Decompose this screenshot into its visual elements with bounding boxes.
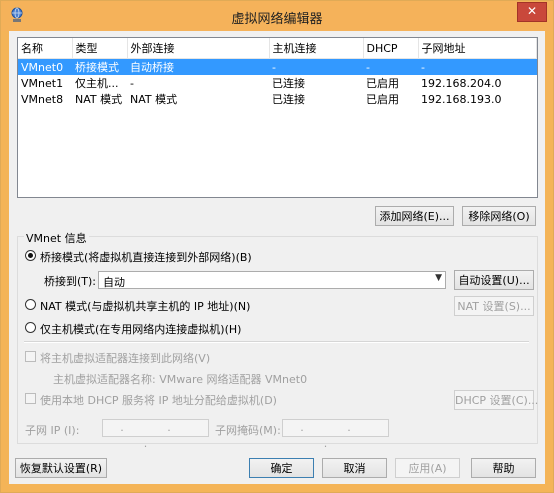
apply-button[interactable]: 应用(A) [395, 458, 460, 478]
dhcp-checkbox[interactable] [25, 393, 36, 404]
cell-external: - [130, 76, 134, 90]
cell-dhcp: 已启用 [366, 93, 399, 106]
cell-name: VMnet1 [21, 76, 64, 90]
restore-defaults-button[interactable]: 恢复默认设置(R) [15, 458, 107, 478]
connect-adapter-label[interactable]: 将主机虚拟适配器连接到此网络(V) [40, 350, 210, 366]
subnet-ip-field[interactable]: . . . [102, 419, 209, 450]
bridged-to-select[interactable]: 自动 ▼ [98, 271, 446, 289]
nat-settings-button[interactable]: NAT 设置(S)... [454, 296, 534, 316]
host-only-label[interactable]: 仅主机模式(在专用网络内连接虚拟机)(H) [40, 321, 241, 337]
close-button[interactable]: ✕ [517, 2, 547, 22]
ok-button[interactable]: 确定 [249, 458, 314, 478]
cell-name: VMnet0 [18, 58, 72, 75]
chevron-down-icon: ▼ [435, 273, 442, 283]
cell-host: 已连接 [272, 77, 305, 90]
cell-subnet: 192.168.204.0 [421, 76, 502, 90]
column-header-subnet[interactable]: 子网地址 [418, 38, 537, 59]
table-row-vmnet8[interactable]: VMnet8 NAT 模式 NAT 模式 已连接 已启用 192.168.193… [18, 91, 537, 107]
column-header-name[interactable]: 名称 [18, 38, 73, 59]
auto-settings-button[interactable]: 自动设置(U)... [454, 270, 534, 290]
table-row-vmnet1[interactable]: VMnet1 仅主机... - 已连接 已启用 192.168.204.0 [18, 75, 537, 91]
cell-name: VMnet8 [21, 92, 64, 106]
nat-mode-radio[interactable] [25, 299, 36, 310]
cell-type: NAT 模式 [75, 93, 123, 106]
cell-subnet: - [418, 58, 537, 75]
cell-dhcp: - [363, 58, 418, 75]
group-title: VMnet 信息 [24, 230, 89, 246]
dialog-client: 名称 类型 外部连接 主机连接 DHCP 子网地址 VMnet0 桥接模式 自动… [9, 31, 545, 484]
add-network-button[interactable]: 添加网络(E)... [375, 206, 454, 226]
divider [24, 341, 529, 343]
cell-host: - [269, 58, 363, 75]
column-header-dhcp[interactable]: DHCP [363, 38, 419, 59]
connect-adapter-checkbox[interactable] [25, 351, 36, 362]
title-bar: 虚拟网络编辑器 ✕ [1, 1, 553, 31]
help-button[interactable]: 帮助 [471, 458, 536, 478]
subnet-ip-label: 子网 IP (I): [25, 424, 80, 437]
bridged-to-value: 自动 [103, 276, 125, 289]
nat-mode-label[interactable]: NAT 模式(与虚拟机共享主机的 IP 地址)(N) [40, 298, 250, 314]
subnet-mask-label: 子网掩码(M): [215, 424, 281, 437]
bridged-to-label: 桥接到(T): [44, 275, 97, 288]
bridged-mode-label[interactable]: 桥接模式(将虚拟机直接连接到外部网络)(B) [40, 249, 252, 265]
cell-type: 桥接模式 [72, 58, 127, 75]
vmnet-info-group: VMnet 信息 桥接模式(将虚拟机直接连接到外部网络)(B) 桥接到(T): … [17, 230, 538, 450]
dhcp-label[interactable]: 使用本地 DHCP 服务将 IP 地址分配给虚拟机(D) [40, 392, 277, 408]
cell-host: 已连接 [272, 93, 305, 106]
network-list[interactable]: 名称 类型 外部连接 主机连接 DHCP 子网地址 VMnet0 桥接模式 自动… [17, 37, 538, 198]
cell-type: 仅主机... [75, 77, 119, 90]
window-title: 虚拟网络编辑器 [231, 12, 323, 27]
cell-subnet: 192.168.193.0 [421, 92, 502, 106]
list-header-row: 名称 类型 外部连接 主机连接 DHCP 子网地址 [18, 38, 537, 59]
subnet-mask-field[interactable]: . . . [282, 419, 389, 450]
cell-dhcp: 已启用 [366, 77, 399, 90]
cancel-button[interactable]: 取消 [322, 458, 387, 478]
dialog-window: 虚拟网络编辑器 ✕ 名称 类型 外部连接 主机连接 DHCP 子网地址 VMne… [0, 0, 554, 493]
host-only-radio[interactable] [25, 322, 36, 333]
remove-network-button[interactable]: 移除网络(O) [462, 206, 536, 226]
table-row-vmnet0[interactable]: VMnet0 桥接模式 自动桥接 - - - [18, 58, 537, 75]
dhcp-settings-button[interactable]: DHCP 设置(C)... [454, 390, 538, 410]
cell-external: 自动桥接 [127, 58, 269, 75]
column-header-host[interactable]: 主机连接 [269, 38, 364, 59]
bridged-mode-radio[interactable] [25, 250, 36, 261]
column-header-external[interactable]: 外部连接 [127, 38, 270, 59]
cell-external: NAT 模式 [130, 93, 178, 106]
adapter-name-label: 主机虚拟适配器名称: VMware 网络适配器 VMnet0 [53, 373, 308, 386]
column-header-type[interactable]: 类型 [72, 38, 128, 59]
